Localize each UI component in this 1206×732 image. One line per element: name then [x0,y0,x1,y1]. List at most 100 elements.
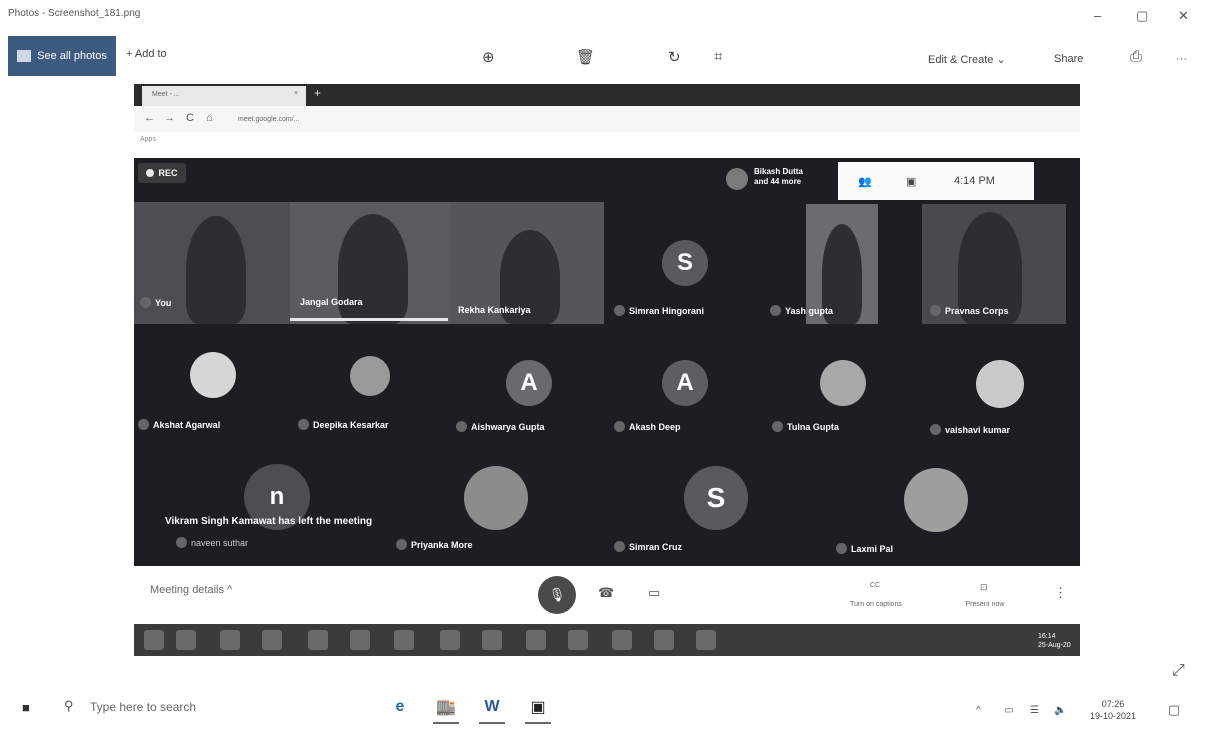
inner-app-icon [350,630,370,650]
avatar [726,168,748,190]
participant-name: Akash Deep [614,421,681,432]
url-text[interactable]: meet.google.com/... [238,116,299,123]
print-icon[interactable]: ⎙ [1130,48,1142,65]
add-to-button[interactable]: + Add to [126,48,167,60]
participant-name: Rekha Kankariya [458,305,531,315]
people-icon[interactable]: 👥 [858,175,872,188]
inner-player-icon [696,630,716,650]
home-icon[interactable]: ⌂ [206,112,213,124]
camera-icon[interactable]: ▭ [648,585,660,601]
mic-off-icon [298,419,309,430]
store-icon[interactable]: 🏬 [434,696,458,718]
present-button[interactable]: Present now [950,601,1020,608]
zoom-icon[interactable]: ⊕ [482,48,495,66]
avatar [464,466,528,530]
inner-app-icon [612,630,632,650]
windows-start-icon[interactable]: ■ [22,700,30,715]
chevron-down-icon: ⌄ [996,54,1006,66]
inner-home-icon [176,630,196,650]
bookmark-apps[interactable]: Apps [140,136,156,143]
host-name: Bikash Dutta [754,167,803,176]
participant-name-text: Rekha Kankariya [458,305,531,315]
participant-name: naveen suthar [176,537,248,548]
inner-app-icon [568,630,588,650]
participant-name-text: Aishwarya Gupta [471,421,545,432]
participant-name-text: Simran Cruz [629,541,683,552]
photos-icon [17,50,32,62]
mic-off-icon [138,419,149,430]
participant-name: Yash gupta [770,305,833,316]
participant-name-text: Yash gupta [785,305,834,316]
captions-icon: CC [870,582,881,589]
inner-chrome-icon [308,630,328,650]
inner-vlc-icon [526,630,546,650]
participant-name-text: Laxmi Pal [851,543,894,554]
edit-create-button[interactable]: Edit & Create ⌄ [928,53,1006,66]
hangup-icon[interactable]: ☎ [598,585,614,601]
mic-off-icon [770,305,781,316]
taskbar-clock[interactable]: 07:26 19-10-2021 [1090,698,1136,722]
restore-button[interactable]: ▢ [1136,8,1148,24]
delete-icon[interactable]: 🗑 [576,48,595,66]
close-button[interactable]: ✕ [1178,8,1189,24]
clock-date: 19-10-2021 [1090,711,1137,721]
volume-icon[interactable]: 🔈 [1054,705,1066,716]
word-icon[interactable]: W [480,696,504,718]
reload-icon[interactable]: C [186,112,194,124]
tray-chevron-icon[interactable]: ^ [976,705,981,716]
chat-icon[interactable]: ▣ [906,175,916,188]
notification-icon[interactable]: ▢ [1168,702,1180,718]
avatar [820,360,866,406]
taskbar-search-input[interactable]: Type here to search [90,700,196,714]
active-app-indicator [433,722,459,724]
participant-name: Priyanka More [396,539,473,550]
participant-name-text: Akash Deep [629,421,681,432]
mic-off-icon [930,305,941,316]
mic-off-icon [176,537,187,548]
more-options-icon[interactable]: ⋮ [1054,585,1067,601]
participant-name: Deepika Kesarkar [298,419,389,430]
participant-name-text: Pravnas Corps [945,305,1009,316]
edge-icon[interactable]: e [388,696,412,718]
participant-name: Simran Cruz [614,541,682,552]
network-icon[interactable]: ☰ [1030,705,1039,716]
active-app-indicator [479,722,505,724]
present-icon: ⊡ [980,582,988,592]
captions-button[interactable]: Turn on captions [836,601,916,608]
more-button[interactable]: ··· [1176,53,1187,65]
back-icon[interactable]: ← [144,112,155,124]
mic-toggle-button[interactable]: 🎙 [538,576,576,614]
tab-close-icon[interactable]: × [294,90,298,97]
inner-date: 25-Aug-20 [1038,642,1071,649]
participant-name-text: Priyanka More [411,539,473,550]
battery-icon[interactable]: ▭ [1004,705,1013,716]
avatar: A [662,360,708,406]
minimize-button[interactable]: – [1094,8,1101,23]
expand-icon[interactable]: ⤢ [1172,662,1185,680]
participant-name-text: Simran Hingorani [629,305,705,316]
meeting-details-label: Meeting details [150,584,224,596]
participant-name: Aishwarya Gupta [456,421,545,432]
crop-icon[interactable]: ⌗ [714,48,722,65]
mic-off-icon [836,543,847,554]
photos-app-icon[interactable]: ▣ [526,696,550,718]
browser-tab[interactable]: Meet - ... × [142,86,306,106]
forward-icon[interactable]: → [164,112,175,124]
chevron-up-icon: ^ [227,584,233,596]
mic-off-icon [396,539,407,550]
inner-app-icon [654,630,674,650]
mic-off-icon [614,305,625,316]
participant-name: Jangal Godara [300,297,363,307]
see-all-photos-button[interactable]: See all photos [8,36,116,76]
search-icon[interactable]: ⚲ [64,698,74,714]
participant-name: Laxmi Pal [836,543,893,554]
clock-time: 07:26 [1101,699,1125,709]
inner-app-icon [440,630,460,650]
avatar: S [662,240,708,286]
recording-badge: REC [138,163,186,183]
meeting-details-button[interactable]: Meeting details ^ [150,584,232,596]
new-tab-button[interactable]: + [314,86,321,100]
host-more: and 44 more [754,177,802,186]
rotate-icon[interactable]: ↻ [668,48,681,66]
share-button[interactable]: Share [1054,53,1083,65]
